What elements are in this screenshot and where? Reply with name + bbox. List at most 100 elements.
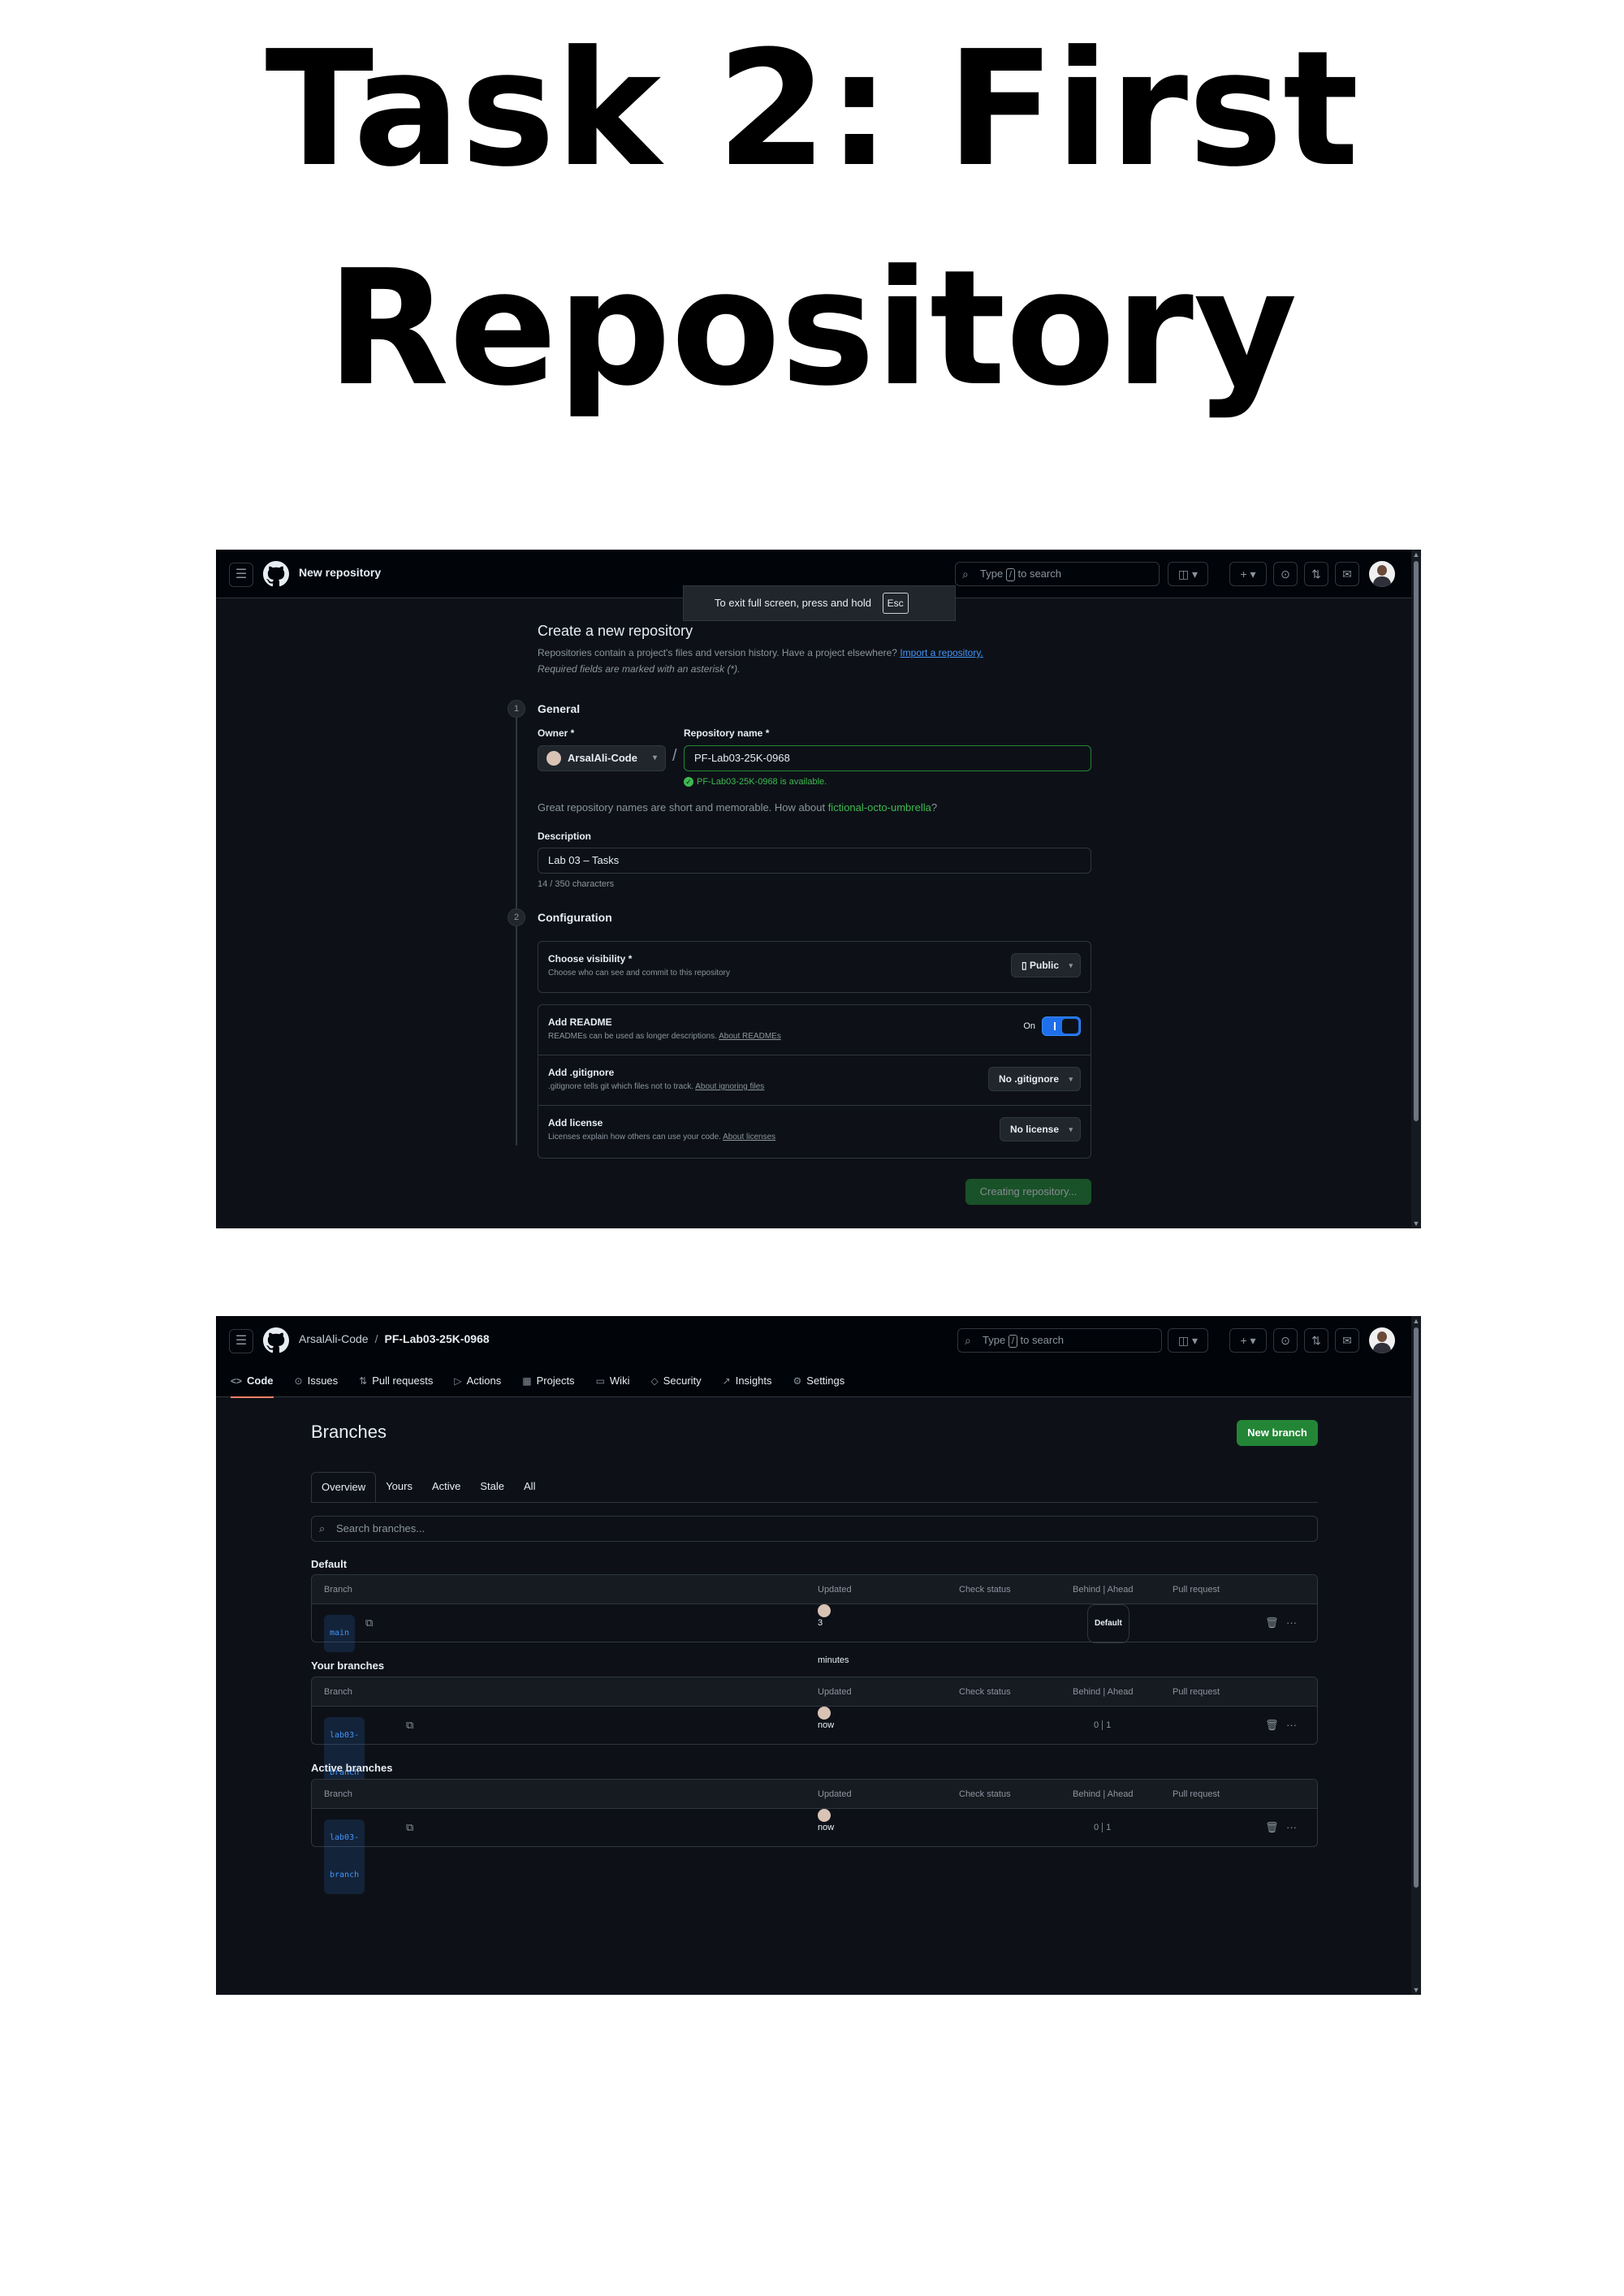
- branch-name-link[interactable]: main: [324, 1615, 356, 1652]
- copilot-button[interactable]: ◫ ▾: [1168, 1328, 1208, 1353]
- scroll-up-icon[interactable]: ▲: [1411, 1316, 1421, 1326]
- copy-icon[interactable]: ⧉: [406, 1809, 413, 1846]
- kebab-menu-icon[interactable]: ···: [1286, 1604, 1297, 1642]
- table-row: lab03-branch ⧉ now 01 🗑 ···: [312, 1707, 1317, 1792]
- scrollbar-thumb[interactable]: [1414, 561, 1419, 1121]
- readme-toggle[interactable]: [1042, 1016, 1081, 1036]
- repo-name-label: Repository name *: [684, 727, 770, 739]
- name-hint-text: Great repository names are short and mem…: [538, 801, 826, 814]
- scrollbar-thumb[interactable]: [1414, 1327, 1419, 1888]
- copilot-button[interactable]: ◫ ▾: [1168, 562, 1208, 586]
- menu-icon[interactable]: ☰: [229, 1329, 253, 1353]
- chevron-down-icon: ▾: [1069, 961, 1073, 969]
- subtab-yours[interactable]: Yours: [376, 1472, 422, 1503]
- subtab-stale[interactable]: Stale: [470, 1472, 514, 1503]
- readme-toggle-wrap: On: [1023, 1016, 1081, 1036]
- visibility-value: Public: [1029, 960, 1059, 971]
- inbox-button[interactable]: ✉: [1335, 1328, 1359, 1353]
- scroll-down-icon[interactable]: ▼: [1411, 1985, 1421, 1995]
- scrollbar[interactable]: ▲ ▼: [1411, 550, 1421, 1228]
- pull-requests-button[interactable]: ⇅: [1304, 562, 1328, 586]
- search-suffix: to search: [1017, 568, 1061, 580]
- description-input[interactable]: Lab 03 – Tasks: [538, 848, 1091, 874]
- create-repository-button[interactable]: Creating repository...: [965, 1179, 1091, 1205]
- search-shortcut-key: /: [1008, 1335, 1017, 1348]
- kebab-menu-icon[interactable]: ···: [1286, 1809, 1297, 1846]
- issues-button[interactable]: ⊙: [1273, 562, 1298, 586]
- page-title-line-1: Task 2: First: [265, 17, 1359, 202]
- table-icon: ▦: [522, 1375, 532, 1387]
- tab-settings[interactable]: ⚙ Settings: [793, 1366, 845, 1397]
- license-dropdown[interactable]: No license ▾: [999, 1117, 1081, 1142]
- steps-timeline: [516, 709, 517, 1146]
- gear-icon: ⚙: [793, 1375, 802, 1387]
- kebab-menu-icon[interactable]: ···: [1286, 1707, 1297, 1744]
- subtab-all[interactable]: All: [514, 1472, 545, 1503]
- user-avatar[interactable]: [1369, 1327, 1395, 1353]
- create-new-button[interactable]: + ▾: [1229, 562, 1267, 586]
- tab-code[interactable]: <> Code: [231, 1366, 274, 1398]
- branch-name-link[interactable]: lab03-branch: [324, 1819, 365, 1894]
- shield-icon: ◇: [650, 1375, 659, 1387]
- copy-icon[interactable]: ⧉: [406, 1707, 413, 1744]
- search-input[interactable]: ⌕ Type / to search: [955, 562, 1160, 586]
- import-repository-link[interactable]: Import a repository.: [900, 647, 983, 658]
- col-check-status: Check status: [959, 1687, 1011, 1697]
- search-prefix: Type: [983, 1334, 1006, 1346]
- breadcrumb: ArsalAli-Code / PF-Lab03-25K-0968: [299, 1332, 490, 1345]
- fullscreen-tip-text: To exit full screen, press and hold: [715, 597, 871, 609]
- tab-wiki[interactable]: ▭ Wiki: [596, 1366, 630, 1397]
- tab-issues[interactable]: ⊙ Issues: [295, 1366, 339, 1397]
- pull-requests-button[interactable]: ⇅: [1304, 1328, 1328, 1353]
- table-header: Branch Updated Check status Behind | Ahe…: [312, 1575, 1317, 1604]
- col-check-status: Check status: [959, 1585, 1011, 1595]
- menu-icon[interactable]: ☰: [229, 563, 253, 587]
- about-ignoring-files-link[interactable]: About ignoring files: [695, 1082, 764, 1091]
- user-avatar[interactable]: [1369, 561, 1395, 587]
- scroll-down-icon[interactable]: ▼: [1411, 1219, 1421, 1228]
- github-logo-icon[interactable]: [263, 1327, 289, 1353]
- subtab-overview[interactable]: Overview: [311, 1472, 377, 1503]
- trash-icon[interactable]: 🗑: [1265, 1604, 1279, 1642]
- github-logo-icon[interactable]: [263, 561, 289, 587]
- graph-icon: ↗: [722, 1375, 731, 1387]
- behind-ahead-divider: [1102, 1720, 1104, 1731]
- scroll-up-icon[interactable]: ▲: [1411, 550, 1421, 559]
- gitignore-dropdown[interactable]: No .gitignore ▾: [988, 1067, 1081, 1091]
- breadcrumb-owner[interactable]: ArsalAli-Code: [299, 1332, 369, 1345]
- tab-actions[interactable]: ▷ Actions: [454, 1366, 501, 1397]
- subtabs-divider: [311, 1502, 1318, 1503]
- tab-insights[interactable]: ↗ Insights: [723, 1366, 772, 1397]
- description-label: Description: [538, 831, 592, 842]
- search-shortcut-key: /: [1005, 568, 1015, 581]
- subtab-active[interactable]: Active: [422, 1472, 470, 1503]
- pull-request-icon: ⇅: [359, 1375, 368, 1387]
- branch-search-input[interactable]: ⌕ Search branches...: [311, 1516, 1318, 1542]
- repo-name-input[interactable]: PF-Lab03-25K-0968: [684, 745, 1091, 771]
- name-suggestion-link[interactable]: fictional-octo-umbrella: [828, 801, 931, 814]
- new-branch-button[interactable]: New branch: [1237, 1420, 1318, 1446]
- breadcrumb-repo[interactable]: PF-Lab03-25K-0968: [384, 1332, 489, 1345]
- owner-dropdown[interactable]: ArsalAli-Code ▾: [538, 745, 666, 771]
- about-licenses-link[interactable]: About licenses: [723, 1133, 775, 1142]
- about-readmes-link[interactable]: About READMEs: [719, 1032, 781, 1041]
- create-new-button[interactable]: + ▾: [1229, 1328, 1267, 1353]
- copy-icon[interactable]: ⧉: [365, 1604, 373, 1642]
- tab-security[interactable]: ◇ Security: [650, 1366, 701, 1397]
- trash-icon[interactable]: 🗑: [1265, 1707, 1279, 1744]
- readme-state-label: On: [1023, 1021, 1035, 1031]
- owner-value: ArsalAli-Code: [568, 752, 637, 764]
- tab-pull-requests[interactable]: ⇅ Pull requests: [359, 1366, 433, 1397]
- col-updated: Updated: [818, 1789, 852, 1799]
- visibility-dropdown[interactable]: ▯ Public ▾: [1011, 953, 1081, 978]
- form-subtitle-text: Repositories contain a project's files a…: [538, 647, 897, 658]
- search-icon: ⌕: [965, 1334, 971, 1347]
- general-section-title: General: [538, 702, 581, 715]
- scrollbar[interactable]: ▲ ▼: [1411, 1316, 1421, 1995]
- tab-projects[interactable]: ▦ Projects: [522, 1366, 574, 1397]
- issues-button[interactable]: ⊙: [1273, 1328, 1298, 1353]
- search-input[interactable]: ⌕ Type / to search: [957, 1328, 1162, 1353]
- trash-icon[interactable]: 🗑: [1265, 1809, 1279, 1846]
- inbox-button[interactable]: ✉: [1335, 562, 1359, 586]
- col-ahead: Ahead: [1107, 1789, 1134, 1799]
